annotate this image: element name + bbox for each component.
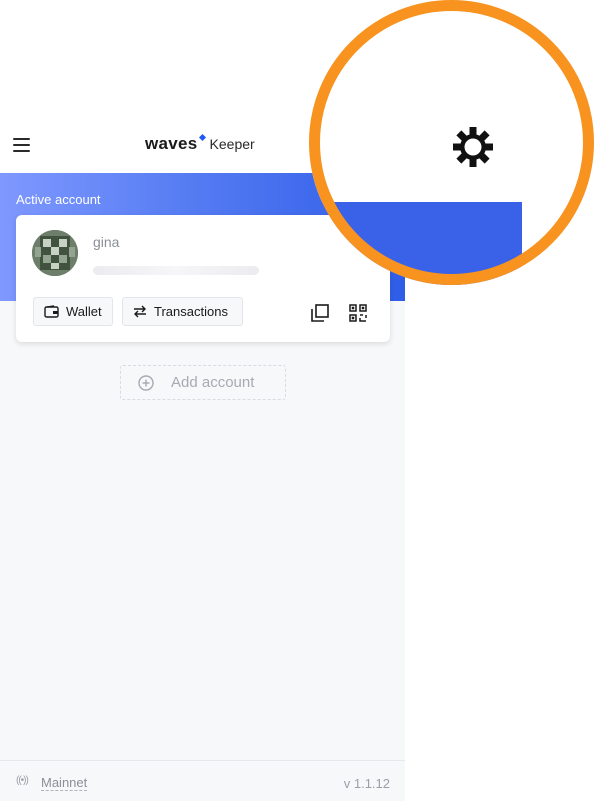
avatar xyxy=(32,230,78,276)
transactions-label: Transactions xyxy=(154,304,228,319)
network-selector[interactable]: Mainnet xyxy=(41,776,88,791)
brand-secondary: Keeper xyxy=(209,136,255,152)
brand-logo: waves Keeper xyxy=(145,133,255,154)
wallet-button[interactable]: Wallet xyxy=(33,297,113,326)
wallet-label: Wallet xyxy=(66,304,102,319)
signal-icon: ((•)) xyxy=(16,775,29,786)
balance-placeholder xyxy=(93,266,259,275)
version-label: v 1.1.12 xyxy=(343,776,390,791)
zoom-callout xyxy=(309,0,594,285)
qr-code-icon[interactable] xyxy=(349,304,367,322)
zoomed-banner xyxy=(309,202,522,285)
menu-icon[interactable] xyxy=(13,138,30,152)
transfer-arrows-icon xyxy=(133,305,147,318)
plus-circle-icon xyxy=(138,374,154,391)
active-account-label: Active account xyxy=(16,192,101,207)
transactions-button[interactable]: Transactions xyxy=(122,297,243,326)
account-name: gina xyxy=(93,234,120,250)
diamond-icon xyxy=(198,133,206,142)
add-account-label: Add account xyxy=(171,374,255,391)
add-account-button[interactable]: Add account xyxy=(120,365,286,400)
footer: ((•)) Mainnet v 1.1.12 xyxy=(0,760,405,801)
brand-primary: waves xyxy=(145,134,198,153)
copy-icon[interactable] xyxy=(311,304,329,322)
gear-icon[interactable] xyxy=(450,124,496,170)
wallet-icon xyxy=(44,305,59,318)
